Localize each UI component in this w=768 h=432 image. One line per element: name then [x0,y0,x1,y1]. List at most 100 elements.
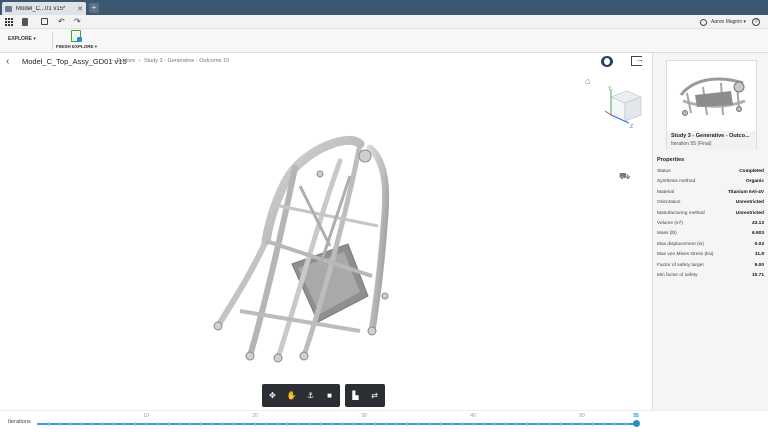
camera-look-icon[interactable]: ■ [323,389,336,402]
iteration-tick [331,422,332,426]
property-value: Titanium 6Al-4V [727,189,764,195]
iteration-tick [527,422,528,426]
display-settings-icon[interactable]: ▙ [349,389,362,402]
close-tab-icon[interactable]: ✕ [77,5,83,13]
iteration-tick [386,422,387,426]
iteration-tick [375,422,376,426]
orbit-icon[interactable]: ✥ [266,389,279,402]
iteration-tick [102,422,103,426]
fusion-app-window: Model_C...01 v15* ✕ + ↶ ↷ Aaron Magnin ▾… [0,0,768,432]
breadcrumb-explore[interactable]: Explore [116,58,135,64]
iterations-label: Iterations [8,419,31,425]
outcome-card-caption: Study 3 - Generative - Outco... Iteratio… [667,131,756,150]
iteration-tick [70,422,71,426]
job-status-clock-icon[interactable] [699,18,707,26]
document-tab-title: Model_C...01 v15* [16,5,66,12]
property-label: Synthesis method [657,179,696,185]
iteration-tick [484,422,485,426]
iteration-tick [146,422,147,426]
pan-icon[interactable]: ✋ [285,389,298,402]
iteration-tick [320,422,321,426]
iteration-tick [157,422,158,426]
viewcube-axis-z: Z [630,124,633,129]
property-value: 43.13 [751,220,764,226]
property-label: Max displacement (in) [657,241,704,247]
iteration-tick [81,422,82,426]
toolbar-divider [52,32,53,50]
exit-explore-icon[interactable] [631,54,644,66]
finish-explore-button[interactable]: FINISH EXPLORE ▾ [56,30,98,52]
orbit-hint-icon: ⛟ [619,171,631,181]
property-row: Volume (in³) 43.13 [657,219,764,229]
workspace-selector[interactable]: EXPLORE ▾ [8,36,36,42]
iteration-tick [233,422,234,426]
iteration-tick-label[interactable]: 30 [361,413,367,419]
iteration-tick [135,422,136,426]
property-value: 0.03 [754,241,764,247]
iteration-tick [59,422,60,426]
property-value: 6.903 [751,231,764,237]
outcome-card[interactable]: Study 3 - Generative - Outco... Iteratio… [666,60,757,150]
property-value: Unrestricted [735,210,764,216]
iterations-slider-thumb[interactable] [633,420,640,427]
help-icon[interactable]: ? [752,18,760,26]
property-row: Min factor of safety 10.71 [657,271,764,281]
save-icon[interactable] [41,18,48,25]
home-view-icon[interactable]: ⌂ [585,76,590,86]
redo-icon[interactable]: ↷ [74,17,81,27]
property-label: Orientation [657,200,681,206]
data-panel-grid-icon[interactable] [5,18,13,26]
outcome-card-title: Study 3 - Generative - Outco... [671,133,750,139]
iteration-tick [168,422,169,426]
outcome-properties-panel: Study 3 - Generative - Outco... Iteratio… [652,53,768,410]
iteration-tick [462,422,463,426]
iteration-tick [560,422,561,426]
compare-swap-icon[interactable]: ⇄ [368,389,381,402]
new-tab-button[interactable]: + [89,3,99,13]
iteration-tick [179,422,180,426]
iteration-tick [592,422,593,426]
iteration-tick [614,422,615,426]
breadcrumb: › Explore › Study 3 - Generative - Outco… [111,58,231,64]
zoom-icon[interactable]: ⚓ [304,389,317,402]
compare-toggle-icon[interactable] [601,56,613,67]
property-label: Min factor of safety [657,272,698,278]
iteration-tick [113,422,114,426]
iteration-tick [549,422,550,426]
iteration-tick [287,422,288,426]
explore-toolbar: EXPLORE ▾ FINISH EXPLORE ▾ [0,29,768,53]
user-account-menu[interactable]: Aaron Magnin ▾ [711,19,746,25]
user-area: Aaron Magnin ▾ [699,17,746,27]
3d-viewport[interactable]: ⌂ Y Z ⛟ ✥ ✋ ⚓ ■ ▙ ⇄ [0,71,652,410]
property-row: Status Completed [657,167,764,177]
iteration-tick-label[interactable]: 10 [143,413,149,419]
iteration-tick-label[interactable]: 50 [579,413,585,419]
property-label: Status [657,169,671,174]
viewcube[interactable]: Y Z [603,85,645,129]
iteration-tick-label[interactable]: 20 [252,413,258,419]
back-arrow-icon[interactable]: ‹ [6,56,9,67]
undo-icon[interactable]: ↶ [58,17,65,27]
breadcrumb-separator: › [111,58,113,64]
iteration-tick [582,422,583,426]
finish-explore-icon [71,30,82,42]
property-label: Factor of safety target [657,262,704,268]
file-menu-icon[interactable] [22,18,28,26]
iteration-tick [222,422,223,426]
iteration-tick [473,422,474,426]
iteration-tick [91,422,92,426]
property-value: Completed [739,169,764,174]
iteration-tick [298,422,299,426]
iteration-tick [407,422,408,426]
breadcrumb-outcome: Study 3 - Generative - Outcome 10 [143,58,230,64]
iteration-tick [353,422,354,426]
document-tab[interactable]: Model_C...01 v15* ✕ [2,2,86,15]
iteration-tick [451,422,452,426]
iteration-tick [364,422,365,426]
iteration-tick-label[interactable]: 40 [470,413,476,419]
iterations-slider-track[interactable]: 10 20 30 40 50 55 [37,413,639,426]
iteration-tick-label[interactable]: 55 [633,413,639,419]
generative-chassis-model [213,135,390,363]
finish-explore-label: FINISH EXPLORE ▾ [56,44,98,49]
iteration-tick [277,422,278,426]
